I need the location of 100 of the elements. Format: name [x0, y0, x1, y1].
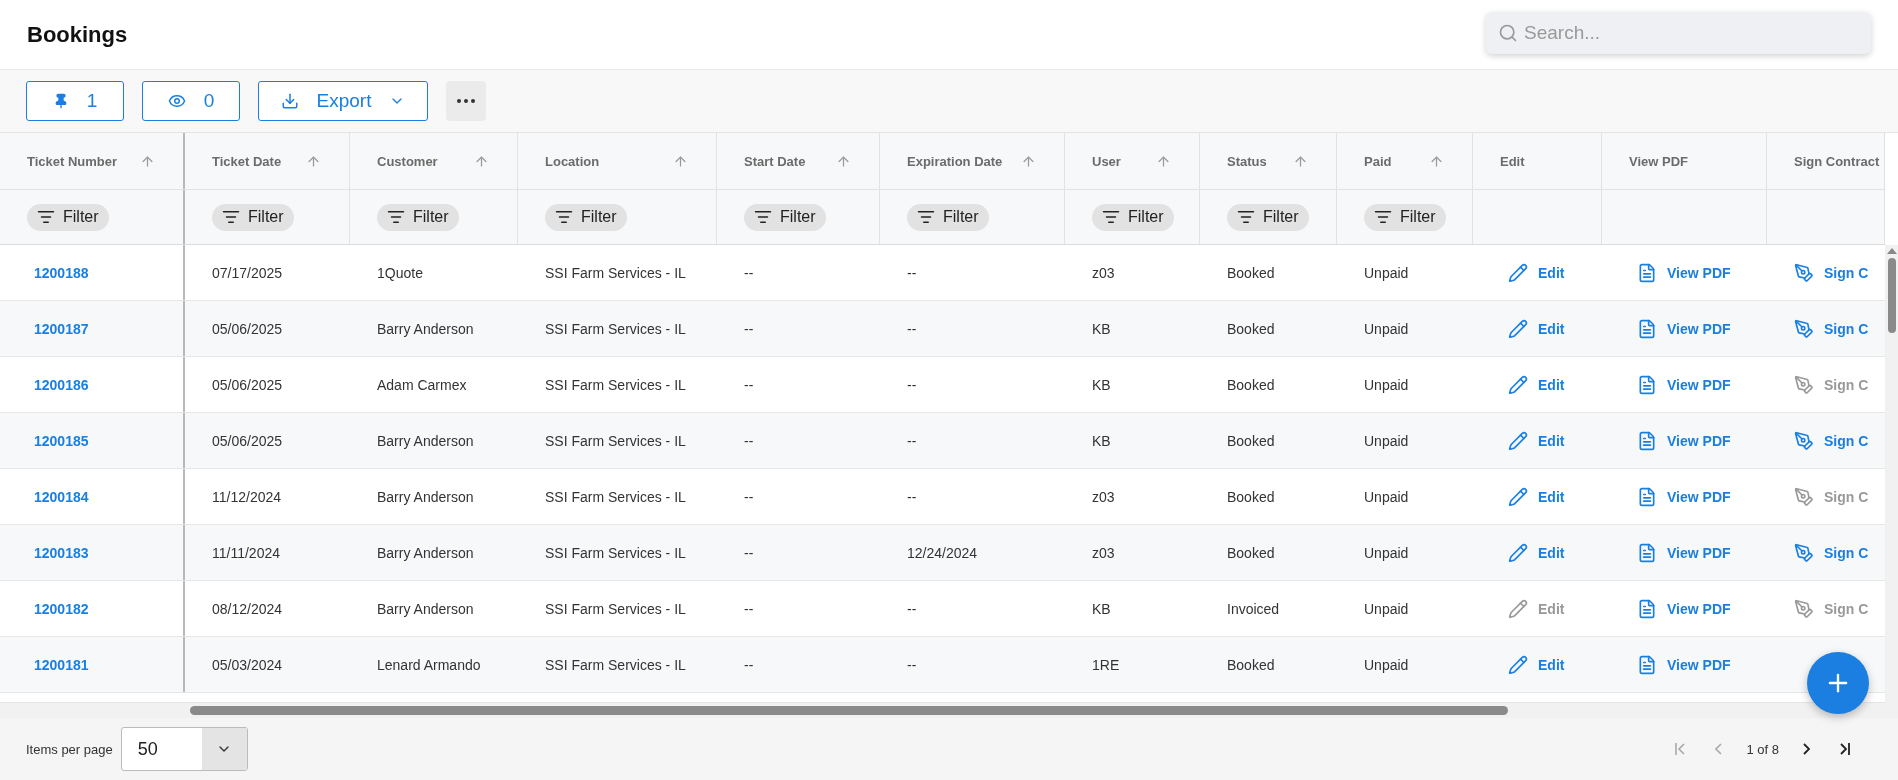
filter-button[interactable]: Filter — [744, 203, 826, 231]
search-field[interactable]: Search... — [1486, 11, 1871, 54]
table-cell-text: -- — [743, 263, 755, 283]
edit-link[interactable]: Edit — [1508, 654, 1565, 675]
view-pdf-link[interactable]: View PDF — [1637, 262, 1731, 283]
pen-icon — [1794, 318, 1814, 339]
ticket-number-link[interactable]: 1200186 — [34, 376, 89, 393]
document-icon — [1637, 542, 1657, 563]
filter-icon — [222, 208, 240, 226]
filter-icon — [917, 208, 935, 226]
ticket-number-link[interactable]: 1200182 — [34, 600, 89, 617]
ticket-number-link[interactable]: 1200187 — [34, 320, 89, 337]
sign-contract-link[interactable]: Sign C — [1794, 542, 1869, 563]
document-icon — [1637, 486, 1657, 507]
table-cell-text: -- — [743, 599, 755, 619]
filter-button[interactable]: Filter — [377, 203, 459, 231]
table-cell-text: KB — [1091, 375, 1112, 395]
column-header[interactable]: Paid — [1337, 133, 1473, 189]
filter-icon — [1374, 208, 1392, 226]
table-cell-text: Barry Anderson — [376, 487, 475, 507]
table-cell-text: KB — [1091, 319, 1112, 339]
ticket-number-link[interactable]: 1200184 — [34, 488, 89, 505]
visible-columns-button[interactable]: 0 — [142, 81, 240, 121]
edit-link[interactable]: Edit — [1508, 374, 1565, 395]
ticket-number-link[interactable]: 1200181 — [34, 656, 89, 673]
last-page-icon — [1840, 743, 1850, 755]
filter-button[interactable]: Filter — [1227, 203, 1309, 231]
column-header[interactable]: Start Date — [717, 133, 880, 189]
ticket-number-link[interactable]: 1200185 — [34, 432, 89, 449]
filter-icon — [1237, 208, 1255, 226]
table-cell-text: -- — [906, 487, 918, 507]
table-cell-text: Barry Anderson — [376, 543, 475, 563]
filter-icon — [37, 208, 55, 226]
pen-icon — [1794, 486, 1814, 507]
filter-button[interactable]: Filter — [212, 203, 294, 231]
table-cell-text: Unpaid — [1363, 599, 1410, 619]
edit-link[interactable]: Edit — [1508, 262, 1565, 283]
column-header[interactable]: User — [1065, 133, 1200, 189]
table-cell-text: Unpaid — [1363, 431, 1410, 451]
horizontal-scrollbar[interactable] — [0, 702, 1885, 718]
ticket-number-link[interactable]: 1200188 — [34, 264, 89, 281]
filter-button[interactable]: Filter — [545, 203, 627, 231]
view-pdf-link[interactable]: View PDF — [1637, 318, 1731, 339]
filter-icon — [555, 208, 573, 226]
column-header[interactable]: Status — [1200, 133, 1337, 189]
view-pdf-link[interactable]: View PDF — [1637, 374, 1731, 395]
table-cell-text: 12/24/2024 — [906, 543, 979, 563]
table-cell-text: Booked — [1226, 375, 1276, 395]
export-button[interactable]: Export — [258, 81, 428, 121]
column-header[interactable]: Expiration Date — [880, 133, 1065, 189]
document-icon — [1637, 654, 1657, 675]
column-header[interactable]: Location — [518, 133, 717, 189]
view-pdf-link[interactable]: View PDF — [1637, 542, 1731, 563]
more-button[interactable] — [446, 81, 486, 121]
filter-button[interactable]: Filter — [907, 203, 989, 231]
table-cell-text: Barry Anderson — [376, 599, 475, 619]
filter-button[interactable]: Filter — [1092, 203, 1174, 231]
table-cell-text: 1Quote — [376, 263, 424, 283]
pencil-icon — [1508, 262, 1528, 283]
edit-link[interactable]: Edit — [1508, 318, 1565, 339]
ticket-number-link[interactable]: 1200183 — [34, 544, 89, 561]
table-cell-text: -- — [743, 431, 755, 451]
column-header[interactable]: Customer — [350, 133, 518, 189]
view-pdf-link[interactable]: View PDF — [1637, 654, 1731, 675]
view-pdf-link[interactable]: View PDF — [1637, 598, 1731, 619]
edit-link[interactable]: Edit — [1508, 542, 1565, 563]
table-cell-text: -- — [906, 375, 918, 395]
pen-icon — [1794, 598, 1814, 619]
table-cell-text: Booked — [1226, 263, 1276, 283]
pen-icon — [1794, 542, 1814, 563]
view-pdf-link[interactable]: View PDF — [1637, 486, 1731, 507]
table-cell-text: z03 — [1091, 543, 1116, 563]
pencil-icon — [1508, 542, 1528, 563]
chevron-left-icon — [1715, 743, 1723, 755]
items-per-page-select[interactable]: 50 — [120, 727, 248, 771]
table-cell-text: -- — [906, 655, 918, 675]
pen-icon — [1794, 262, 1814, 283]
sign-contract-link[interactable]: Sign C — [1794, 430, 1869, 451]
view-pdf-link[interactable]: View PDF — [1637, 430, 1731, 451]
table-cell-text: SSI Farm Services - IL — [544, 543, 687, 563]
filter-button[interactable]: Filter — [1364, 203, 1446, 231]
filter-icon — [1102, 208, 1120, 226]
filter-button[interactable]: Filter — [27, 203, 109, 231]
column-header: Edit — [1473, 133, 1602, 189]
pinned-columns-button[interactable]: 1 — [26, 81, 124, 121]
vertical-scrollbar[interactable] — [1885, 245, 1898, 718]
edit-link[interactable]: Edit — [1508, 430, 1565, 451]
table-cell-text: -- — [906, 319, 918, 339]
table-cell-text: Booked — [1226, 655, 1276, 675]
table-cell-text: 1RE — [1091, 655, 1121, 675]
sign-contract-link[interactable]: Sign C — [1794, 262, 1869, 283]
column-header[interactable]: Ticket Date — [185, 133, 350, 189]
table-cell-text: Adam Carmex — [376, 375, 468, 395]
pencil-icon — [1508, 318, 1528, 339]
edit-link[interactable]: Edit — [1508, 486, 1565, 507]
filter-icon — [387, 208, 405, 226]
table-cell-text: 05/03/2024 — [211, 655, 284, 675]
document-icon — [1637, 430, 1657, 451]
table-cell-text: Unpaid — [1363, 319, 1410, 339]
sign-contract-link[interactable]: Sign C — [1794, 318, 1869, 339]
